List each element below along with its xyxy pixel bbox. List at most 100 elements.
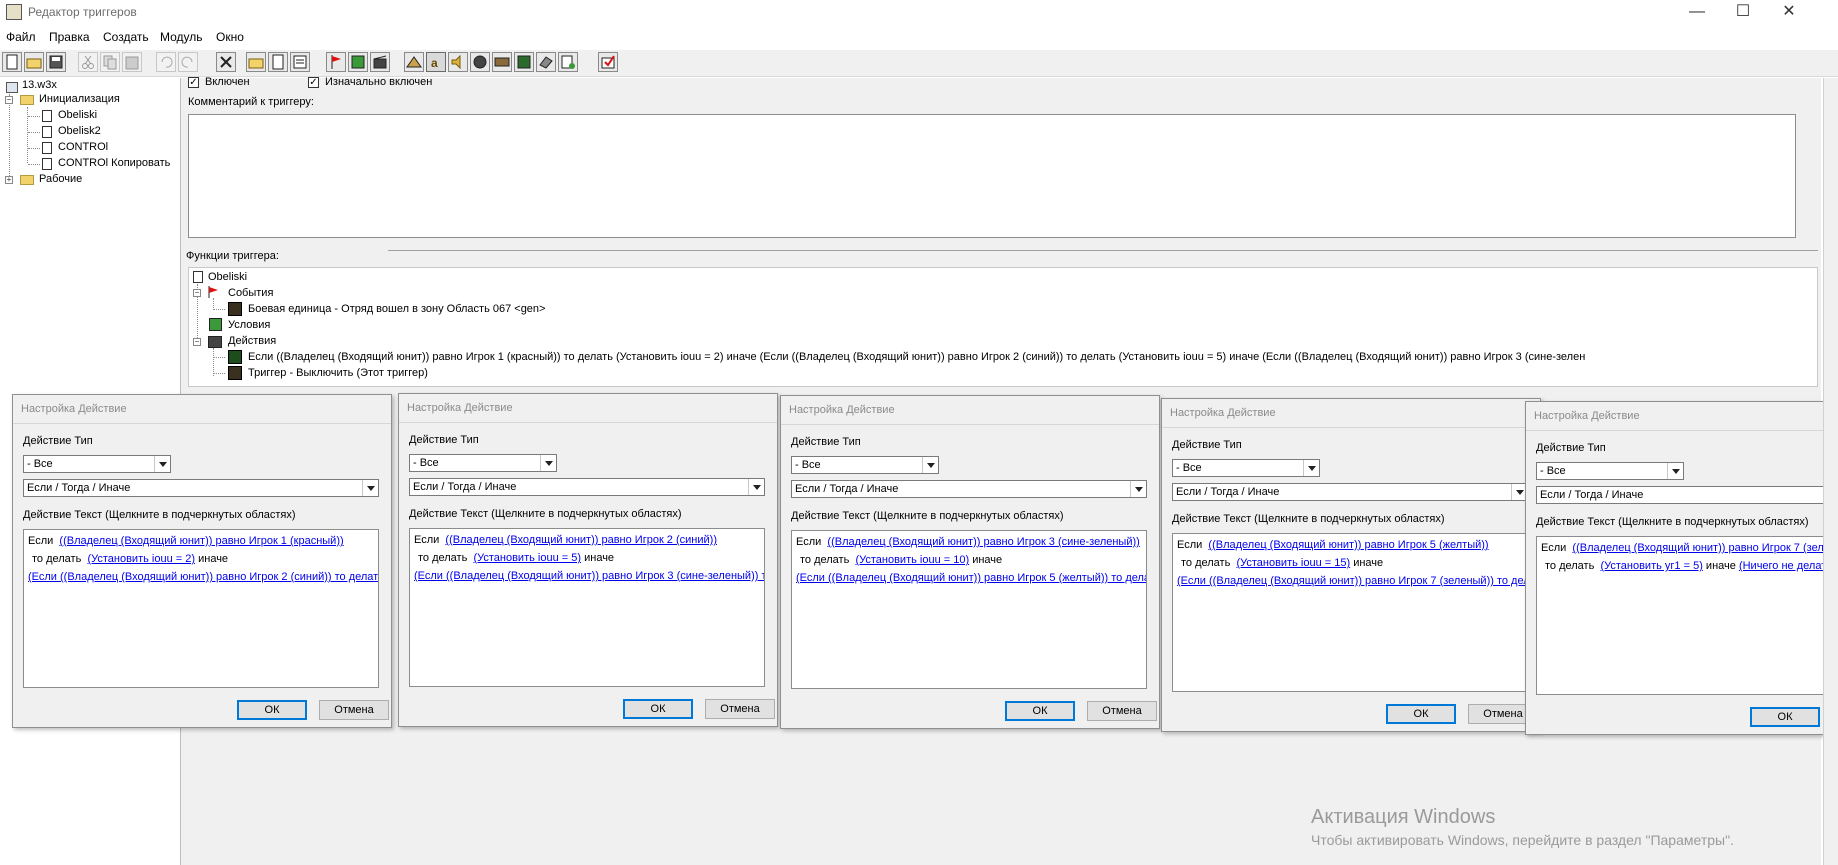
- new-comment-icon[interactable]: [290, 52, 310, 72]
- trigger-editor-icon[interactable]: a: [426, 52, 446, 72]
- enabled-checkbox[interactable]: ✓: [188, 77, 199, 88]
- close-button[interactable]: ✕: [1766, 2, 1812, 22]
- tree-trigger-obelisk2[interactable]: Obelisk2: [58, 125, 101, 137]
- sound-icon[interactable]: [448, 52, 468, 72]
- func-event-1[interactable]: Боевая единица - Отряд вошел в зону Обла…: [248, 303, 545, 315]
- else-action-link[interactable]: (Если ((Владелец (Входящий юнит)) равно …: [1177, 575, 1527, 587]
- new-category-icon[interactable]: [246, 52, 266, 72]
- new-event-icon[interactable]: [326, 52, 346, 72]
- ok-button[interactable]: ОК: [1750, 707, 1820, 727]
- menu-create[interactable]: Создать: [103, 30, 149, 44]
- condition-link[interactable]: ((Владелец (Входящий юнит)) равно Игрок …: [827, 536, 1139, 548]
- object-manager-icon[interactable]: [536, 52, 556, 72]
- ok-button[interactable]: ОК: [623, 699, 693, 719]
- copy-icon[interactable]: [100, 52, 120, 72]
- cancel-button[interactable]: Отмена: [1087, 701, 1157, 721]
- then-action-link[interactable]: (Установить iouu = 5): [473, 552, 581, 564]
- menu-module[interactable]: Модуль: [160, 30, 203, 44]
- action-select-value: Если / Тогда / Иначе: [1540, 489, 1644, 501]
- new-icon[interactable]: [2, 52, 22, 72]
- menu-window[interactable]: Окно: [216, 30, 244, 44]
- vertical-scrollbar[interactable]: [1823, 78, 1838, 865]
- unit-icon: [228, 302, 242, 316]
- condition-link[interactable]: ((Владелец (Входящий юнит)) равно Игрок …: [445, 534, 717, 546]
- delete-icon[interactable]: [216, 52, 236, 72]
- condition-link[interactable]: ((Владелец (Входящий юнит)) равно Игрок …: [1572, 542, 1838, 554]
- save-icon[interactable]: [46, 52, 66, 72]
- else-keyword: иначе: [584, 552, 615, 564]
- action-select[interactable]: Если / Тогда / Иначе: [1172, 483, 1528, 501]
- if-keyword: Если: [414, 534, 440, 546]
- action-type-label: Действие Тип: [409, 434, 479, 446]
- collapse-icon[interactable]: −: [193, 289, 201, 297]
- action-type-filter[interactable]: - Все: [1536, 462, 1684, 480]
- ok-button[interactable]: ОК: [1005, 701, 1075, 721]
- func-conditions-label[interactable]: Условия: [228, 319, 270, 331]
- maximize-button[interactable]: ☐: [1720, 2, 1766, 22]
- ok-button[interactable]: ОК: [237, 700, 307, 720]
- import-manager-icon[interactable]: [558, 52, 578, 72]
- action-type-filter[interactable]: - Все: [23, 455, 171, 473]
- initially-enabled-checkbox[interactable]: ✓: [308, 77, 319, 88]
- action-select[interactable]: Если / Тогда / Иначе: [23, 479, 379, 497]
- comment-label: Комментарий к триггеру:: [188, 96, 314, 108]
- collapse-icon[interactable]: −: [5, 96, 13, 104]
- object-editor-icon[interactable]: [470, 52, 490, 72]
- open-icon[interactable]: [24, 52, 44, 72]
- if-keyword: Если: [796, 536, 822, 548]
- then-action-link[interactable]: (Установить iouu = 15): [1236, 557, 1350, 569]
- action-type-filter[interactable]: - Все: [1172, 459, 1320, 477]
- cancel-button[interactable]: Отмена: [705, 699, 775, 719]
- action-select[interactable]: Если / Тогда / Иначе: [791, 480, 1147, 498]
- cut-icon[interactable]: [78, 52, 98, 72]
- ok-button[interactable]: ОК: [1386, 704, 1456, 724]
- new-action-icon[interactable]: [370, 52, 390, 72]
- func-action-1[interactable]: Если ((Владелец (Входящий юнит)) равно И…: [248, 351, 1585, 363]
- else-action-link[interactable]: (Ничего не делать): [1739, 560, 1836, 572]
- menu-edit[interactable]: Правка: [49, 30, 90, 44]
- dialog-title: Настройка Действие: [407, 402, 513, 414]
- expand-icon[interactable]: +: [5, 176, 13, 184]
- chevron-down-icon: [748, 479, 764, 495]
- comment-textarea[interactable]: [188, 114, 1796, 238]
- then-action-link[interactable]: (Установить iouu = 2): [87, 553, 195, 565]
- minimize-button[interactable]: —: [1674, 2, 1720, 22]
- action-type-filter[interactable]: - Все: [409, 454, 557, 472]
- cancel-button[interactable]: Отмена: [319, 700, 389, 720]
- tree-trigger-control-copy[interactable]: CONTROl Копировать: [58, 157, 170, 169]
- action-select[interactable]: Если / Тогда / Иначе: [1536, 486, 1838, 504]
- action-text-label: Действие Текст (Щелкните в подчеркнутых …: [791, 510, 1064, 522]
- then-action-link[interactable]: (Установить iouu = 10): [855, 554, 969, 566]
- ai-editor-icon[interactable]: [514, 52, 534, 72]
- collapse-icon[interactable]: −: [193, 338, 201, 346]
- undo-icon[interactable]: [156, 52, 176, 72]
- tree-trigger-control[interactable]: CONTROl: [58, 141, 108, 153]
- func-trigger-name[interactable]: Obeliski: [208, 271, 247, 283]
- func-events-label[interactable]: События: [228, 287, 273, 299]
- action-type-filter[interactable]: - Все: [791, 456, 939, 474]
- func-action-2[interactable]: Триггер - Выключить (Этот триггер): [248, 367, 428, 379]
- condition-link[interactable]: ((Владелец (Входящий юнит)) равно Игрок …: [1208, 539, 1488, 551]
- condition-link[interactable]: ((Владелец (Входящий юнит)) равно Игрок …: [59, 535, 343, 547]
- else-action-link[interactable]: (Если ((Владелец (Входящий юнит)) равно …: [28, 571, 378, 583]
- else-action-link[interactable]: (Если ((Владелец (Входящий юнит)) равно …: [796, 572, 1146, 584]
- new-trigger-icon[interactable]: [268, 52, 288, 72]
- functions-label: Функции триггера:: [186, 250, 279, 262]
- tree-folder-init[interactable]: Инициализация: [39, 93, 120, 105]
- tree-trigger-obeliski[interactable]: Obeliski: [58, 109, 97, 121]
- activation-watermark-subtitle: Чтобы активировать Windows, перейдите в …: [1311, 832, 1734, 848]
- paste-icon[interactable]: [122, 52, 142, 72]
- action-select[interactable]: Если / Тогда / Иначе: [409, 478, 765, 496]
- new-condition-icon[interactable]: [348, 52, 368, 72]
- campaign-icon[interactable]: [492, 52, 512, 72]
- tree-folder-work[interactable]: Рабочие: [39, 173, 82, 185]
- tree-root[interactable]: 13.w3x: [22, 79, 57, 91]
- test-map-icon[interactable]: [598, 52, 618, 72]
- then-action-link[interactable]: (Установить уг1 = 5): [1600, 560, 1702, 572]
- redo-icon[interactable]: [178, 52, 198, 72]
- action-text-label: Действие Текст (Щелкните в подчеркнутых …: [409, 508, 682, 520]
- else-action-link[interactable]: (Если ((Владелец (Входящий юнит)) равно …: [414, 570, 764, 582]
- menu-file[interactable]: Файл: [6, 30, 36, 44]
- terrain-icon[interactable]: [404, 52, 424, 72]
- func-actions-label[interactable]: Действия: [228, 335, 276, 347]
